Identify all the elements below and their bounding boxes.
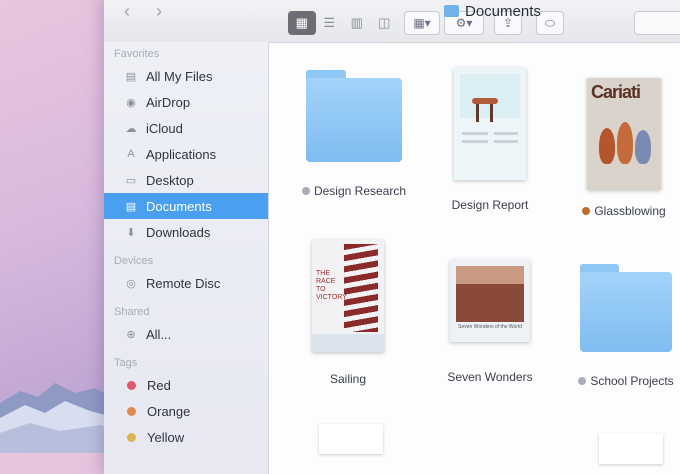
arrange-button[interactable]: ▦▾ [404, 11, 440, 35]
tag-gray-icon [301, 187, 310, 195]
file-name: Seven Wonders [447, 370, 533, 384]
tag-gray-icon [578, 377, 587, 385]
document-thumbnail [599, 434, 663, 464]
file-name: Design Report [451, 198, 529, 212]
file-item[interactable]: THE RACE TO VICTORY Sailing [273, 240, 423, 386]
cloud-icon: ☁ [125, 122, 137, 135]
file-item[interactable]: School Projects [551, 264, 680, 388]
sidebar-item-airdrop[interactable]: ◉ AirDrop [104, 89, 268, 115]
sidebar-item-downloads[interactable]: ⬇ Downloads [104, 219, 268, 245]
folder-icon [444, 5, 459, 17]
document-thumbnail [319, 424, 383, 454]
sidebar-item-documents[interactable]: ▤ Documents [104, 193, 268, 219]
file-name: Sailing [329, 372, 367, 386]
disc-icon: ◎ [126, 277, 136, 290]
sidebar-item-applications[interactable]: A Applications [104, 141, 268, 167]
airdrop-icon: ◉ [126, 96, 136, 109]
file-grid: Design Research Design Report Cariati Gl… [269, 42, 680, 474]
sidebar-item-desktop[interactable]: ▭ Desktop [104, 167, 268, 193]
folder-icon [580, 264, 672, 352]
sidebar: Favorites ▤ All My Files ◉ AirDrop ☁ iCloud… [104, 42, 269, 474]
tag-red-icon [127, 380, 136, 390]
file-item[interactable]: Design Report [415, 68, 565, 212]
sidebar-item-tag-red[interactable]: Red [104, 372, 268, 398]
coverflow-view-button[interactable]: ◫ [371, 11, 399, 35]
downloads-icon: ⬇ [126, 226, 136, 239]
chevron-left-icon[interactable]: ‹ [116, 0, 138, 22]
list-view-button[interactable]: ☰ [316, 11, 344, 35]
document-thumbnail: Seven Wonders of the World [450, 260, 530, 342]
search-input[interactable] [634, 11, 680, 35]
column-view-button[interactable]: ▥ [343, 11, 371, 35]
sidebar-section-favorites: Favorites [114, 48, 160, 60]
sailing-cover-title: THE RACE TO VICTORY [316, 270, 347, 301]
tag-yellow-icon [127, 432, 136, 442]
applications-icon: A [127, 148, 135, 160]
file-item[interactable]: Design Research [279, 70, 429, 198]
documents-icon: ▤ [125, 200, 137, 213]
tag-orange-icon [582, 207, 591, 215]
sidebar-item-shared-all[interactable]: ⊕ All... [104, 321, 268, 347]
desktop-icon: ▭ [125, 174, 137, 187]
seven-wonders-cover-title: Seven Wonders of the World [458, 324, 522, 330]
glassblowing-cover-title: Cariati [591, 82, 641, 102]
toolbar: ‹ › ▦ ☰ ▥ ◫ ▦▾ ⚙▾ ⇪ ⬭ Documents [104, 0, 680, 43]
window-title: Documents [444, 3, 541, 20]
file-item[interactable]: Cariati Glassblowing [549, 78, 680, 218]
document-thumbnail: Cariati [587, 78, 661, 190]
sidebar-item-tag-orange[interactable]: Orange [104, 398, 268, 424]
sidebar-item-icloud[interactable]: ☁ iCloud [104, 115, 268, 141]
sidebar-item-all-my-files[interactable]: ▤ All My Files [104, 63, 268, 89]
sidebar-section-tags: Tags [114, 357, 138, 369]
file-name: Glassblowing [594, 204, 666, 218]
folder-icon [306, 70, 402, 162]
sidebar-section-devices: Devices [114, 255, 154, 267]
sidebar-section-shared: Shared [114, 306, 150, 318]
document-thumbnail: THE RACE TO VICTORY [312, 240, 384, 352]
file-name: Design Research [313, 184, 407, 198]
finder-window: ‹ › ▦ ☰ ▥ ◫ ▦▾ ⚙▾ ⇪ ⬭ Documents Favorite… [104, 0, 680, 474]
document-thumbnail [454, 68, 526, 180]
chevron-right-icon[interactable]: › [148, 0, 170, 22]
file-name: School Projects [590, 374, 674, 388]
view-switcher: ▦ ☰ ▥ ◫ [288, 11, 398, 35]
file-item[interactable]: Seven Wonders of the World Seven Wonders [415, 260, 565, 384]
sidebar-item-tag-yellow[interactable]: Yellow [104, 424, 268, 450]
icon-view-button[interactable]: ▦ [288, 11, 316, 35]
sidebar-item-remote-disc[interactable]: ◎ Remote Disc [104, 270, 268, 296]
tag-orange-icon [127, 406, 136, 416]
network-icon: ⊕ [126, 328, 136, 341]
all-files-icon: ▤ [125, 70, 137, 83]
